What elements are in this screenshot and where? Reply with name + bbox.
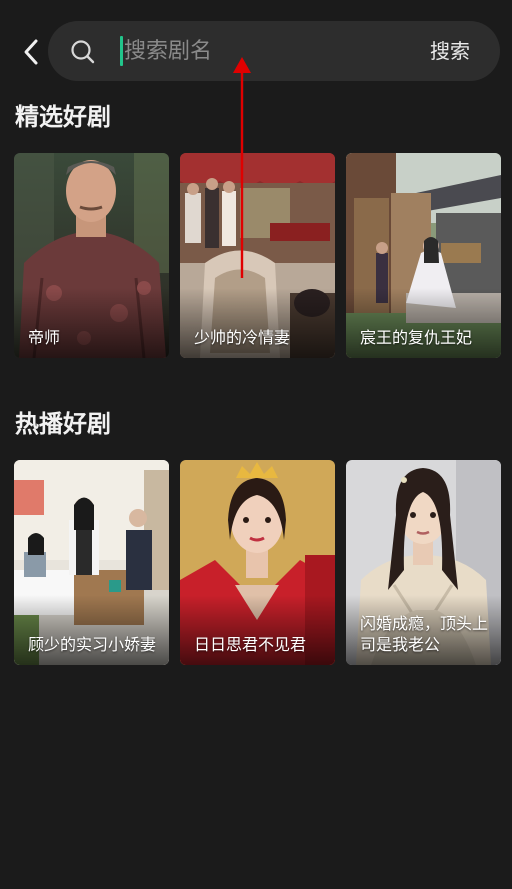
- search-page: 搜索 精选好剧: [0, 0, 512, 889]
- search-icon: [71, 40, 95, 64]
- search-button[interactable]: 搜索: [430, 36, 470, 66]
- drama-title: 顾少的实习小娇妻: [28, 635, 157, 654]
- back-button[interactable]: [14, 32, 48, 72]
- back-arrow-icon: [24, 39, 38, 65]
- drama-card[interactable]: 顾少的实习小娇妻: [14, 460, 169, 665]
- drama-title: 日日思君不见君: [194, 635, 307, 654]
- drama-card[interactable]: 少帅的冷情妻: [180, 153, 335, 358]
- drama-title: 闪婚成瘾，顶头上司是我老公: [360, 614, 489, 654]
- drama-title: 帝师: [28, 328, 61, 347]
- drama-title: 宸王的复仇王妃: [360, 328, 473, 347]
- section-title-trending: 热播好剧: [15, 410, 111, 438]
- drama-card[interactable]: 日日思君不见君: [180, 460, 335, 665]
- drama-card[interactable]: 宸王的复仇王妃: [346, 153, 501, 358]
- search-bar[interactable]: 搜索: [48, 21, 500, 81]
- search-input[interactable]: [120, 31, 404, 71]
- drama-card[interactable]: 帝师: [14, 153, 169, 358]
- drama-title: 少帅的冷情妻: [194, 328, 291, 347]
- drama-card[interactable]: 闪婚成瘾，顶头上司是我老公: [346, 460, 501, 665]
- trending-drama-grid: 顾少的实习小娇妻 日日思君不见君 闪婚成瘾，顶头上司是我老公: [14, 460, 501, 665]
- section-title-featured: 精选好剧: [15, 103, 111, 131]
- featured-drama-grid: 帝师 少帅的冷情妻 宸王的复仇王妃: [14, 153, 501, 358]
